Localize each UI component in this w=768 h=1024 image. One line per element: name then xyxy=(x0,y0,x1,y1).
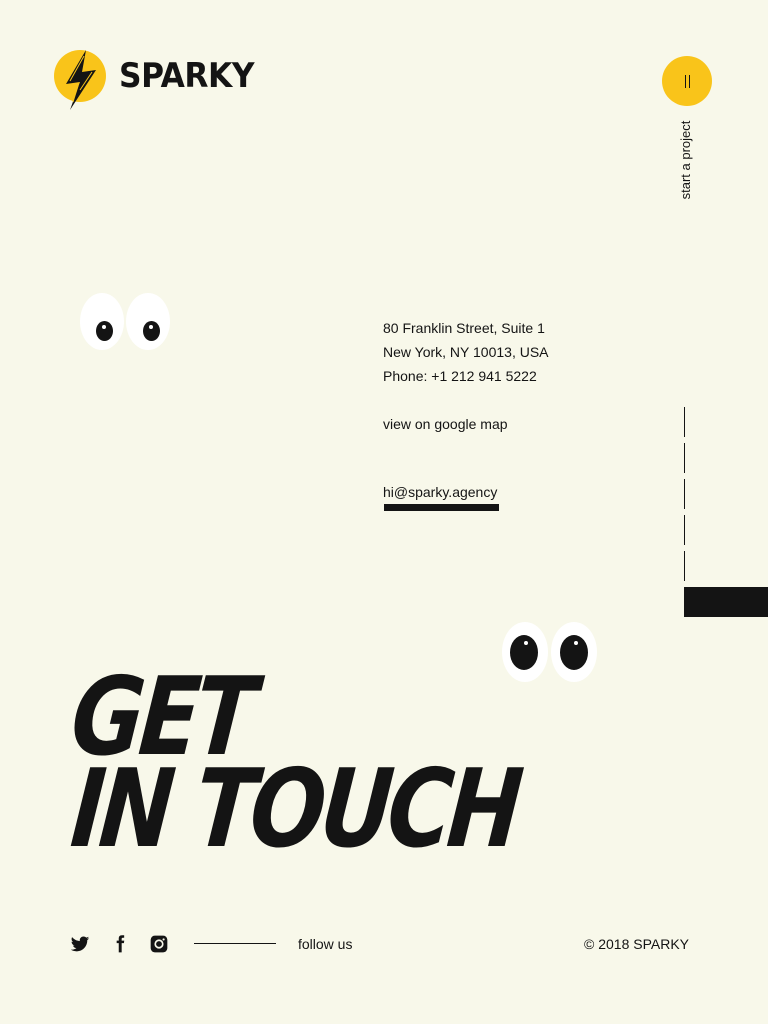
pause-lines-icon xyxy=(684,74,686,88)
lightning-bolt-icon xyxy=(54,50,106,110)
headline-line-2: IN TOUCH xyxy=(66,747,523,872)
footer-divider xyxy=(194,943,276,944)
eye-left-1 xyxy=(80,293,124,350)
side-tick xyxy=(684,551,685,581)
glint xyxy=(102,325,106,329)
pupil xyxy=(510,635,538,670)
facebook-icon[interactable] xyxy=(110,934,130,954)
side-tick xyxy=(684,479,685,509)
side-tick xyxy=(684,515,685,545)
address-line-2: New York, NY 10013, USA xyxy=(383,344,549,360)
glint xyxy=(574,641,578,645)
copyright-text: © 2018 SPARKY xyxy=(584,936,689,952)
brand-logo[interactable]: SPARKY xyxy=(54,50,266,110)
pupil xyxy=(560,635,588,670)
contact-info: 80 Franklin Street, Suite 1 New York, NY… xyxy=(383,316,549,388)
phone-number: Phone: +1 212 941 5222 xyxy=(383,368,537,384)
page-headline: GET IN TOUCH xyxy=(67,655,619,872)
instagram-icon[interactable] xyxy=(149,934,169,954)
glint xyxy=(524,641,528,645)
pupil xyxy=(143,321,160,341)
follow-us-label: follow us xyxy=(298,936,353,952)
address-line-1: 80 Franklin Street, Suite 1 xyxy=(383,320,545,336)
side-tick xyxy=(684,443,685,473)
twitter-icon[interactable] xyxy=(70,934,90,954)
start-project-label[interactable]: start a project xyxy=(676,120,696,200)
email-link[interactable]: hi@sparky.agency xyxy=(383,480,497,504)
brand-name: SPARKY xyxy=(119,56,255,96)
glint xyxy=(149,325,153,329)
google-map-link[interactable]: view on google map xyxy=(383,412,508,436)
side-tick xyxy=(684,407,685,437)
side-block xyxy=(684,587,768,617)
email-underline-bar xyxy=(384,504,499,511)
pupil xyxy=(96,321,113,341)
start-project-button[interactable] xyxy=(662,56,712,106)
eye-left-2 xyxy=(126,293,170,350)
